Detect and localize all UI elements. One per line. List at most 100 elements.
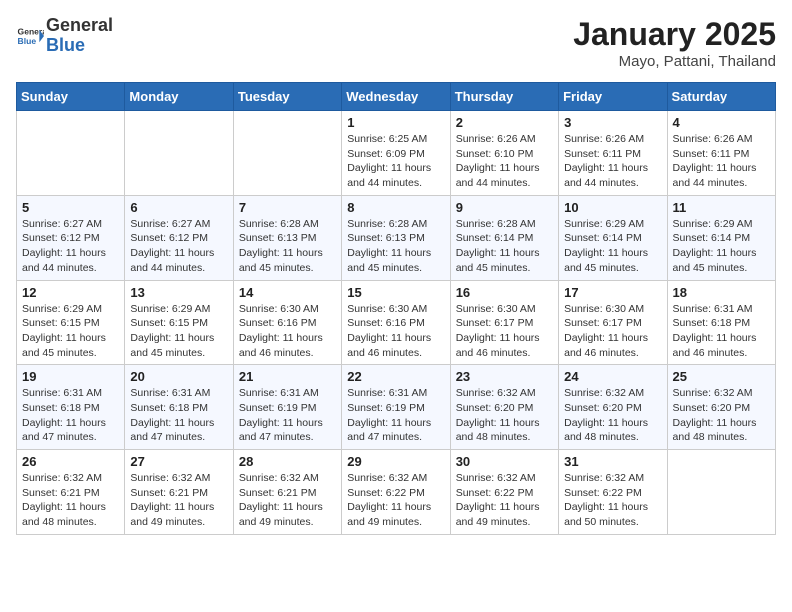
- day-info: Sunrise: 6:29 AM Sunset: 6:15 PM Dayligh…: [130, 302, 227, 361]
- day-number: 26: [22, 454, 119, 469]
- calendar-cell: 7 Sunrise: 6:28 AM Sunset: 6:13 PM Daylig…: [233, 195, 341, 280]
- day-number: 15: [347, 285, 444, 300]
- day-info: Sunrise: 6:32 AM Sunset: 6:21 PM Dayligh…: [22, 471, 119, 530]
- calendar-cell: 9 Sunrise: 6:28 AM Sunset: 6:14 PM Daylig…: [450, 195, 558, 280]
- calendar-cell: 18 Sunrise: 6:31 AM Sunset: 6:18 PM Dayli…: [667, 280, 775, 365]
- day-of-week-header: Sunday: [17, 83, 125, 111]
- day-info: Sunrise: 6:31 AM Sunset: 6:18 PM Dayligh…: [673, 302, 770, 361]
- calendar-cell: 14 Sunrise: 6:30 AM Sunset: 6:16 PM Dayli…: [233, 280, 341, 365]
- calendar-cell: 4 Sunrise: 6:26 AM Sunset: 6:11 PM Daylig…: [667, 111, 775, 196]
- calendar-week-row: 5 Sunrise: 6:27 AM Sunset: 6:12 PM Daylig…: [17, 195, 776, 280]
- day-info: Sunrise: 6:32 AM Sunset: 6:22 PM Dayligh…: [456, 471, 553, 530]
- logo: General Blue General Blue: [16, 16, 113, 56]
- day-number: 31: [564, 454, 661, 469]
- calendar-week-row: 19Sunrise: 6:31 AM Sunset: 6:18 PM Dayli…: [17, 365, 776, 450]
- day-of-week-header: Friday: [559, 83, 667, 111]
- day-number: 11: [673, 200, 770, 215]
- calendar-cell: 3 Sunrise: 6:26 AM Sunset: 6:11 PM Daylig…: [559, 111, 667, 196]
- page-header: General Blue General Blue January 2025 M…: [16, 16, 776, 70]
- day-number: 14: [239, 285, 336, 300]
- day-info: Sunrise: 6:28 AM Sunset: 6:14 PM Dayligh…: [456, 217, 553, 276]
- day-number: 30: [456, 454, 553, 469]
- day-number: 13: [130, 285, 227, 300]
- day-info: Sunrise: 6:28 AM Sunset: 6:13 PM Dayligh…: [347, 217, 444, 276]
- day-number: 3: [564, 115, 661, 130]
- day-info: Sunrise: 6:31 AM Sunset: 6:19 PM Dayligh…: [239, 386, 336, 445]
- calendar-cell: 27 Sunrise: 6:32 AM Sunset: 6:21 PM Dayli…: [125, 450, 233, 535]
- day-number: 25: [673, 369, 770, 384]
- day-of-week-header: Wednesday: [342, 83, 450, 111]
- day-info: Sunrise: 6:30 AM Sunset: 6:16 PM Dayligh…: [347, 302, 444, 361]
- day-info: Sunrise: 6:31 AM Sunset: 6:18 PM Dayligh…: [22, 386, 119, 445]
- calendar-cell: 24 Sunrise: 6:32 AM Sunset: 6:20 PM Dayli…: [559, 365, 667, 450]
- day-number: 24: [564, 369, 661, 384]
- day-info: Sunrise: 6:32 AM Sunset: 6:20 PM Dayligh…: [673, 386, 770, 445]
- calendar-cell: 23Sunrise: 6:32 AM Sunset: 6:20 PM Dayli…: [450, 365, 558, 450]
- day-number: 16: [456, 285, 553, 300]
- day-number: 21: [239, 369, 336, 384]
- day-number: 27: [130, 454, 227, 469]
- day-info: Sunrise: 6:31 AM Sunset: 6:18 PM Dayligh…: [130, 386, 227, 445]
- day-number: 4: [673, 115, 770, 130]
- calendar-table: SundayMondayTuesdayWednesdayThursdayFrid…: [16, 82, 776, 535]
- location: Mayo, Pattani, Thailand: [573, 53, 776, 70]
- day-number: 29: [347, 454, 444, 469]
- day-info: Sunrise: 6:32 AM Sunset: 6:22 PM Dayligh…: [347, 471, 444, 530]
- logo-text: General Blue: [46, 16, 113, 56]
- day-number: 1: [347, 115, 444, 130]
- day-info: Sunrise: 6:31 AM Sunset: 6:19 PM Dayligh…: [347, 386, 444, 445]
- day-of-week-header: Thursday: [450, 83, 558, 111]
- calendar-cell: 17Sunrise: 6:30 AM Sunset: 6:17 PM Dayli…: [559, 280, 667, 365]
- calendar-cell: 31 Sunrise: 6:32 AM Sunset: 6:22 PM Dayli…: [559, 450, 667, 535]
- day-number: 28: [239, 454, 336, 469]
- calendar-cell: 21 Sunrise: 6:31 AM Sunset: 6:19 PM Dayli…: [233, 365, 341, 450]
- svg-text:Blue: Blue: [18, 36, 37, 46]
- day-info: Sunrise: 6:28 AM Sunset: 6:13 PM Dayligh…: [239, 217, 336, 276]
- day-info: Sunrise: 6:32 AM Sunset: 6:20 PM Dayligh…: [564, 386, 661, 445]
- day-info: Sunrise: 6:26 AM Sunset: 6:11 PM Dayligh…: [564, 132, 661, 191]
- day-info: Sunrise: 6:29 AM Sunset: 6:15 PM Dayligh…: [22, 302, 119, 361]
- day-of-week-header: Saturday: [667, 83, 775, 111]
- calendar-cell: 28Sunrise: 6:32 AM Sunset: 6:21 PM Dayli…: [233, 450, 341, 535]
- calendar-cell: 8 Sunrise: 6:28 AM Sunset: 6:13 PM Daylig…: [342, 195, 450, 280]
- calendar-cell: 20 Sunrise: 6:31 AM Sunset: 6:18 PM Dayli…: [125, 365, 233, 450]
- day-info: Sunrise: 6:32 AM Sunset: 6:21 PM Dayligh…: [130, 471, 227, 530]
- calendar-week-row: 1Sunrise: 6:25 AM Sunset: 6:09 PM Daylig…: [17, 111, 776, 196]
- calendar-cell: [233, 111, 341, 196]
- day-number: 9: [456, 200, 553, 215]
- calendar-cell: 13 Sunrise: 6:29 AM Sunset: 6:15 PM Dayli…: [125, 280, 233, 365]
- day-info: Sunrise: 6:27 AM Sunset: 6:12 PM Dayligh…: [22, 217, 119, 276]
- day-number: 17: [564, 285, 661, 300]
- day-info: Sunrise: 6:29 AM Sunset: 6:14 PM Dayligh…: [564, 217, 661, 276]
- calendar-cell: [125, 111, 233, 196]
- day-info: Sunrise: 6:32 AM Sunset: 6:22 PM Dayligh…: [564, 471, 661, 530]
- day-info: Sunrise: 6:30 AM Sunset: 6:16 PM Dayligh…: [239, 302, 336, 361]
- calendar-cell: 30 Sunrise: 6:32 AM Sunset: 6:22 PM Dayli…: [450, 450, 558, 535]
- calendar-cell: 25 Sunrise: 6:32 AM Sunset: 6:20 PM Dayli…: [667, 365, 775, 450]
- day-number: 8: [347, 200, 444, 215]
- logo-general: General: [46, 15, 113, 35]
- calendar-cell: 11 Sunrise: 6:29 AM Sunset: 6:14 PM Dayli…: [667, 195, 775, 280]
- calendar-cell: 10Sunrise: 6:29 AM Sunset: 6:14 PM Dayli…: [559, 195, 667, 280]
- calendar-cell: [667, 450, 775, 535]
- day-info: Sunrise: 6:26 AM Sunset: 6:10 PM Dayligh…: [456, 132, 553, 191]
- day-number: 5: [22, 200, 119, 215]
- calendar-week-row: 26 Sunrise: 6:32 AM Sunset: 6:21 PM Dayli…: [17, 450, 776, 535]
- day-number: 22: [347, 369, 444, 384]
- calendar-cell: 5 Sunrise: 6:27 AM Sunset: 6:12 PM Daylig…: [17, 195, 125, 280]
- logo-icon: General Blue: [16, 22, 44, 50]
- day-number: 20: [130, 369, 227, 384]
- calendar-cell: 29 Sunrise: 6:32 AM Sunset: 6:22 PM Dayli…: [342, 450, 450, 535]
- calendar-cell: 22 Sunrise: 6:31 AM Sunset: 6:19 PM Dayli…: [342, 365, 450, 450]
- day-of-week-header: Monday: [125, 83, 233, 111]
- calendar-cell: 15 Sunrise: 6:30 AM Sunset: 6:16 PM Dayli…: [342, 280, 450, 365]
- calendar-cell: 2Sunrise: 6:26 AM Sunset: 6:10 PM Daylig…: [450, 111, 558, 196]
- day-number: 12: [22, 285, 119, 300]
- calendar-week-row: 12 Sunrise: 6:29 AM Sunset: 6:15 PM Dayli…: [17, 280, 776, 365]
- day-number: 7: [239, 200, 336, 215]
- day-info: Sunrise: 6:26 AM Sunset: 6:11 PM Dayligh…: [673, 132, 770, 191]
- day-info: Sunrise: 6:29 AM Sunset: 6:14 PM Dayligh…: [673, 217, 770, 276]
- day-number: 23: [456, 369, 553, 384]
- calendar-header-row: SundayMondayTuesdayWednesdayThursdayFrid…: [17, 83, 776, 111]
- day-number: 18: [673, 285, 770, 300]
